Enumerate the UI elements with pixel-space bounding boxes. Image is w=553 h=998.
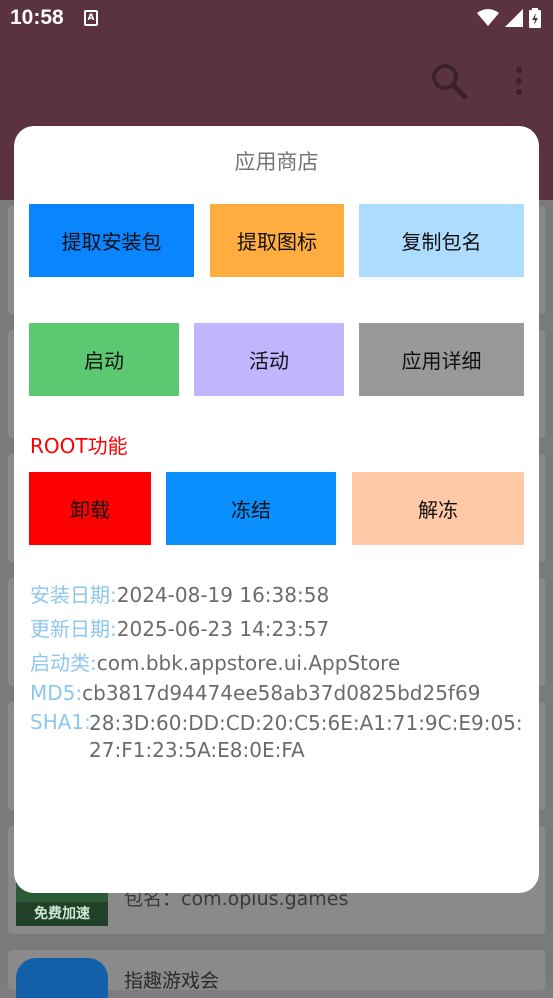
root-section-label: ROOT功能 — [30, 434, 128, 458]
search-icon[interactable] — [430, 62, 468, 100]
update-date-row: 更新日期:2025-06-23 14:23:57 — [30, 613, 329, 642]
unfreeze-button[interactable]: 解冻 — [352, 472, 524, 545]
copy-package-name-button[interactable]: 复制包名 — [359, 204, 524, 277]
install-date-value: 2024-08-19 16:38:58 — [116, 583, 330, 607]
uninstall-button[interactable]: 卸载 — [29, 472, 151, 545]
update-date-label: 更新日期: — [30, 617, 117, 641]
app-details-button[interactable]: 应用详细 — [359, 323, 524, 396]
battery-icon — [529, 8, 541, 28]
more-vert-icon[interactable] — [512, 66, 526, 96]
md5-value: cb3817d94474ee58ab37d0825bd25f69 — [82, 681, 481, 705]
md5-label: MD5: — [30, 681, 83, 705]
app-name-text: 指趣游戏会 — [124, 970, 220, 992]
dialog-title: 应用商店 — [234, 150, 319, 174]
install-date-row: 安装日期:2024-08-19 16:38:58 — [30, 579, 329, 608]
app-icon-label: 免费加速 — [16, 902, 108, 926]
status-time: 10:58 — [10, 6, 64, 29]
status-icons — [477, 8, 541, 28]
sha1-value: 28:3D:60:DD:CD:20:C5:6E:A1:71:9C:E9:05:2… — [89, 711, 523, 762]
launch-class-row: 启动类:com.bbk.appstore.ui.AppStore — [30, 647, 400, 676]
signal-icon — [505, 9, 523, 27]
extract-icon-button[interactable]: 提取图标 — [210, 204, 344, 277]
md5-row: MD5:cb3817d94474ee58ab37d0825bd25f69 — [30, 681, 480, 705]
install-date-label: 安装日期: — [30, 583, 117, 607]
wifi-icon — [477, 9, 499, 26]
app-actions-dialog: 应用商店 提取安装包 提取图标 复制包名 启动 活动 应用详细 ROOT功能 卸… — [14, 126, 539, 893]
launch-button[interactable]: 启动 — [29, 323, 179, 396]
activities-button[interactable]: 活动 — [194, 323, 344, 396]
extract-apk-button[interactable]: 提取安装包 — [29, 204, 194, 277]
update-date-value: 2025-06-23 14:23:57 — [116, 617, 330, 641]
app-icon — [16, 958, 108, 998]
sha1-label: SHA1: — [30, 710, 91, 734]
freeze-button[interactable]: 冻结 — [166, 472, 336, 545]
launch-class-value: com.bbk.appstore.ui.AppStore — [96, 651, 401, 675]
status-bar: 10:58 A — [0, 0, 553, 38]
notification-icon: A — [84, 10, 98, 26]
launch-class-label: 启动类: — [30, 651, 97, 675]
